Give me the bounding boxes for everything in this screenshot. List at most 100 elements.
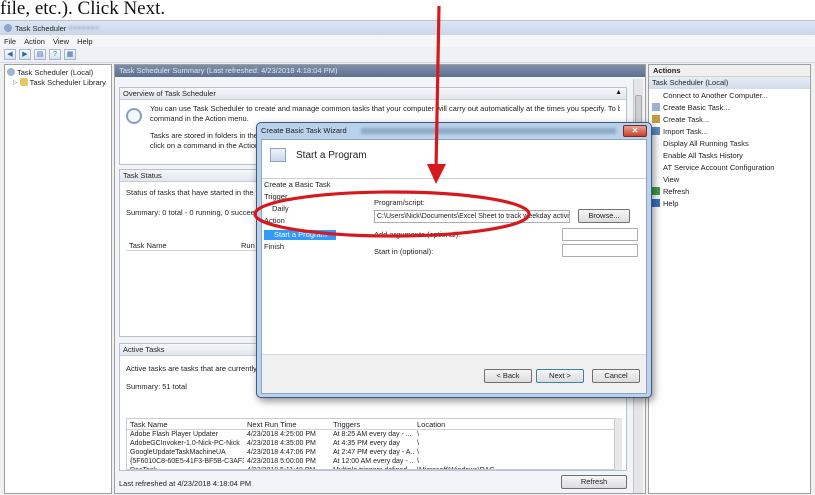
column-header-location[interactable]: Location xyxy=(414,419,614,429)
overview-title: Overview of Task Scheduler xyxy=(120,88,626,100)
start-in-label: Start in (optional): xyxy=(374,247,434,256)
action-item-label: Help xyxy=(663,198,679,208)
summary-header: Task Scheduler Summary (Last refreshed: … xyxy=(115,65,645,77)
tree-item-label: Task Scheduler Library xyxy=(29,77,106,87)
action-item-label: Create Basic Task... xyxy=(663,102,730,112)
action-item-label: Create Task... xyxy=(663,114,710,124)
action-item[interactable]: View xyxy=(649,173,810,185)
menu-file[interactable]: File xyxy=(4,37,16,46)
forward-arrow-icon[interactable]: ▶ xyxy=(19,49,31,60)
create-basic-task-wizard: Create Basic Task Wizard ✕ Start a Progr… xyxy=(256,122,652,398)
step-action: Action xyxy=(264,216,285,225)
table-cell: 4/23/2018 4:35:00 PM xyxy=(247,440,316,447)
column-header-task-name[interactable]: Task Name xyxy=(127,419,244,429)
table-row[interactable]: GoogleUpdateTaskMachineUA 4/23/2018 4:47:… xyxy=(127,448,621,457)
action-item[interactable]: Import Task... xyxy=(649,125,810,137)
running-tasks-icon xyxy=(652,139,660,147)
table-cell: Multiple triggers defined xyxy=(330,466,414,469)
actions-pane: Actions Task Scheduler (Local) Connect t… xyxy=(648,64,811,494)
table-cell: Adobe Flash Player Updater xyxy=(130,431,218,438)
action-item-label: Enable All Tasks History xyxy=(663,150,743,160)
start-in-input[interactable] xyxy=(562,244,638,257)
active-tasks-rows: Adobe Flash Player Updater 4/23/2018 4:25… xyxy=(127,430,621,469)
action-item-label: Connect to Another Computer... xyxy=(663,90,769,100)
clock-icon xyxy=(7,68,15,76)
table-cell: 4/23/2018 5:11:48 PM xyxy=(244,466,330,469)
tree-item-task-scheduler-local[interactable]: Task Scheduler (Local) xyxy=(7,67,109,77)
active-tasks-desc: Active tasks are tasks that are currentl… xyxy=(126,364,266,373)
help-toolbar-icon[interactable]: ? xyxy=(49,49,61,60)
action-item-label: Import Task... xyxy=(663,126,708,136)
back-button[interactable]: < Back xyxy=(484,369,532,383)
table-cell: 4/23/2018 4:25:00 PM xyxy=(247,431,316,438)
refresh-button[interactable]: Refresh xyxy=(561,475,627,489)
step-daily: Daily xyxy=(272,204,289,213)
table-cell: {5F6010C8-60E5-41F3-BF5B-C3AF3... xyxy=(130,458,244,465)
program-script-input[interactable]: C:\Users\Nick\Documents\Excel Sheet to t… xyxy=(374,210,570,223)
back-arrow-icon[interactable]: ◀ xyxy=(4,49,16,60)
import-icon xyxy=(652,127,660,135)
action-item[interactable]: AT Service Account Configuration xyxy=(649,161,810,173)
overview-text-1: You can use Task Scheduler to create and… xyxy=(150,104,620,113)
step-start-a-program: Start a Program xyxy=(264,230,336,240)
wizard-heading: Start a Program xyxy=(296,150,367,161)
action-item[interactable]: Connect to Another Computer... xyxy=(649,89,810,101)
tree-item-library[interactable]: ▷ Task Scheduler Library xyxy=(7,77,109,87)
close-icon[interactable]: ✕ xyxy=(623,125,647,137)
action-item[interactable]: Create Task... xyxy=(649,113,810,125)
active-tasks-grid-header: Task Name Next Run Time Triggers Locatio… xyxy=(127,419,621,430)
menu-action[interactable]: Action xyxy=(24,37,45,46)
start-program-icon xyxy=(270,148,286,162)
add-arguments-input[interactable] xyxy=(562,228,638,241)
vertical-scrollbar[interactable] xyxy=(614,418,622,470)
column-header-task-name[interactable]: Task Name xyxy=(126,240,238,250)
expand-arrow-icon[interactable]: ▷ xyxy=(13,79,18,86)
action-item[interactable]: Refresh xyxy=(649,185,810,197)
show-hide-tree-icon[interactable]: ▤ xyxy=(34,49,46,60)
menu-view[interactable]: View xyxy=(53,37,69,46)
table-row[interactable]: RacTask4/23/2018 5:11:48 PMMultiple trig… xyxy=(127,466,621,469)
browse-button[interactable]: Browse... xyxy=(578,209,630,223)
table-cell: GoogleUpdateTaskMachineUA xyxy=(130,449,226,456)
task-status-desc: Status of tasks that have started in the… xyxy=(126,188,266,197)
wizard-body: Start a Program Create a Basic Task Trig… xyxy=(261,139,647,394)
cancel-button[interactable]: Cancel xyxy=(592,369,640,383)
action-item[interactable]: Display All Running Tasks xyxy=(649,137,810,149)
refresh-icon xyxy=(652,187,660,195)
next-button[interactable]: Next > xyxy=(536,369,584,383)
table-cell: At 8:25 AM every day - ... xyxy=(333,431,412,438)
table-cell: 4/23/2018 4:47:06 PM xyxy=(247,449,316,456)
action-item[interactable]: Help xyxy=(649,197,810,209)
table-cell: \ xyxy=(417,431,419,438)
table-cell: At 4:35 PM every day xyxy=(333,440,400,447)
table-cell: \ xyxy=(417,440,419,447)
action-item-label: Refresh xyxy=(663,186,690,196)
step-create-basic-task: Create a Basic Task xyxy=(264,180,331,189)
active-tasks-grid: Task Name Next Run Time Triggers Locatio… xyxy=(126,418,622,470)
table-cell: At 12:00 AM every day - ... xyxy=(333,458,414,465)
table-row[interactable]: Adobe Flash Player Updater 4/23/2018 4:25… xyxy=(127,430,621,439)
table-cell: \Microsoft\Windows\RAC xyxy=(414,466,614,469)
console-tree: Task Scheduler (Local) ▷ Task Scheduler … xyxy=(4,64,112,494)
table-row[interactable]: AdobeGCInvoker-1.0-Nick-PC-Nick 4/23/2018… xyxy=(127,439,621,448)
actions-section-local[interactable]: Task Scheduler (Local) xyxy=(649,77,810,89)
step-finish: Finish xyxy=(264,242,285,251)
create-basic-task-icon xyxy=(652,103,660,111)
show-hide-action-pane-icon[interactable]: ▦ xyxy=(64,49,76,60)
table-cell: AdobeGCInvoker-1.0-Nick-PC-Nick xyxy=(130,440,240,447)
column-header-next-run-time[interactable]: Next Run Time xyxy=(244,419,330,429)
action-item[interactable]: Create Basic Task... xyxy=(649,101,810,113)
column-header-triggers[interactable]: Triggers xyxy=(330,419,414,429)
create-task-icon xyxy=(652,115,660,123)
action-item[interactable]: Enable All Tasks History xyxy=(649,149,810,161)
help-icon xyxy=(652,199,660,207)
table-row[interactable]: {5F6010C8-60E5-41F3-BF5B-C3AF3... 4/23/20… xyxy=(127,457,621,466)
menu-help[interactable]: Help xyxy=(77,37,92,46)
task-status-grid-header: Task Name Run R xyxy=(126,240,266,251)
add-arguments-label: Add arguments (optional): xyxy=(374,230,461,239)
table-cell: At 2:47 PM every day - A... xyxy=(333,449,414,456)
collapse-icon[interactable]: ▲ xyxy=(615,89,622,96)
task-scheduler-app-icon xyxy=(4,24,12,32)
table-cell: \ xyxy=(417,449,419,456)
blurred-background-title xyxy=(361,128,616,134)
